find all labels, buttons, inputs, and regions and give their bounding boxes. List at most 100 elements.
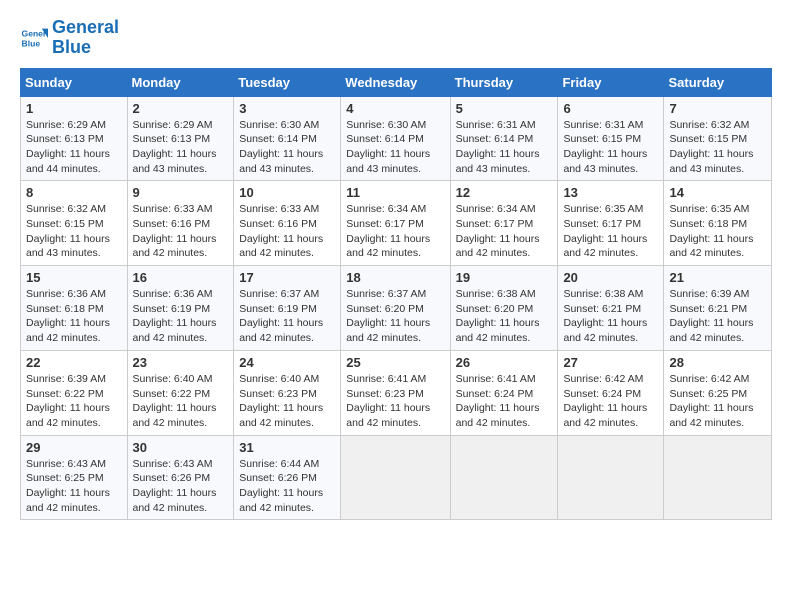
table-row: 22 Sunrise: 6:39 AMSunset: 6:22 PMDaylig… (21, 350, 128, 435)
table-row: 17 Sunrise: 6:37 AMSunset: 6:19 PMDaylig… (234, 266, 341, 351)
day-number: 16 (133, 270, 229, 285)
table-row (558, 435, 664, 520)
header-sunday: Sunday (21, 68, 128, 96)
day-number: 10 (239, 185, 335, 200)
day-number: 9 (133, 185, 229, 200)
day-number: 29 (26, 440, 122, 455)
day-number: 18 (346, 270, 444, 285)
day-number: 25 (346, 355, 444, 370)
day-number: 31 (239, 440, 335, 455)
table-row: 30 Sunrise: 6:43 AMSunset: 6:26 PMDaylig… (127, 435, 234, 520)
day-info: Sunrise: 6:34 AMSunset: 6:17 PMDaylight:… (456, 203, 540, 259)
table-row: 1 Sunrise: 6:29 AMSunset: 6:13 PMDayligh… (21, 96, 128, 181)
table-row: 13 Sunrise: 6:35 AMSunset: 6:17 PMDaylig… (558, 181, 664, 266)
day-info: Sunrise: 6:33 AMSunset: 6:16 PMDaylight:… (239, 203, 323, 259)
day-info: Sunrise: 6:30 AMSunset: 6:14 PMDaylight:… (346, 119, 430, 175)
day-info: Sunrise: 6:42 AMSunset: 6:25 PMDaylight:… (669, 373, 753, 429)
day-info: Sunrise: 6:40 AMSunset: 6:23 PMDaylight:… (239, 373, 323, 429)
day-info: Sunrise: 6:38 AMSunset: 6:21 PMDaylight:… (563, 288, 647, 344)
day-info: Sunrise: 6:41 AMSunset: 6:24 PMDaylight:… (456, 373, 540, 429)
table-row: 19 Sunrise: 6:38 AMSunset: 6:20 PMDaylig… (450, 266, 558, 351)
day-number: 4 (346, 101, 444, 116)
day-number: 1 (26, 101, 122, 116)
day-info: Sunrise: 6:39 AMSunset: 6:21 PMDaylight:… (669, 288, 753, 344)
calendar-week-1: 1 Sunrise: 6:29 AMSunset: 6:13 PMDayligh… (21, 96, 772, 181)
table-row: 11 Sunrise: 6:34 AMSunset: 6:17 PMDaylig… (341, 181, 450, 266)
day-number: 30 (133, 440, 229, 455)
table-row: 27 Sunrise: 6:42 AMSunset: 6:24 PMDaylig… (558, 350, 664, 435)
table-row: 31 Sunrise: 6:44 AMSunset: 6:26 PMDaylig… (234, 435, 341, 520)
calendar-week-3: 15 Sunrise: 6:36 AMSunset: 6:18 PMDaylig… (21, 266, 772, 351)
day-number: 15 (26, 270, 122, 285)
calendar-table: SundayMondayTuesdayWednesdayThursdayFrid… (20, 68, 772, 521)
day-number: 23 (133, 355, 229, 370)
day-info: Sunrise: 6:36 AMSunset: 6:19 PMDaylight:… (133, 288, 217, 344)
day-info: Sunrise: 6:43 AMSunset: 6:26 PMDaylight:… (133, 458, 217, 514)
day-number: 22 (26, 355, 122, 370)
day-number: 21 (669, 270, 766, 285)
table-row: 21 Sunrise: 6:39 AMSunset: 6:21 PMDaylig… (664, 266, 772, 351)
table-row: 25 Sunrise: 6:41 AMSunset: 6:23 PMDaylig… (341, 350, 450, 435)
table-row: 18 Sunrise: 6:37 AMSunset: 6:20 PMDaylig… (341, 266, 450, 351)
day-info: Sunrise: 6:31 AMSunset: 6:15 PMDaylight:… (563, 119, 647, 175)
table-row: 20 Sunrise: 6:38 AMSunset: 6:21 PMDaylig… (558, 266, 664, 351)
calendar-week-5: 29 Sunrise: 6:43 AMSunset: 6:25 PMDaylig… (21, 435, 772, 520)
table-row: 16 Sunrise: 6:36 AMSunset: 6:19 PMDaylig… (127, 266, 234, 351)
header-tuesday: Tuesday (234, 68, 341, 96)
logo-icon: General Blue (20, 24, 48, 52)
day-number: 20 (563, 270, 658, 285)
day-info: Sunrise: 6:29 AMSunset: 6:13 PMDaylight:… (133, 119, 217, 175)
header-wednesday: Wednesday (341, 68, 450, 96)
day-info: Sunrise: 6:44 AMSunset: 6:26 PMDaylight:… (239, 458, 323, 514)
table-row (450, 435, 558, 520)
day-info: Sunrise: 6:33 AMSunset: 6:16 PMDaylight:… (133, 203, 217, 259)
table-row: 23 Sunrise: 6:40 AMSunset: 6:22 PMDaylig… (127, 350, 234, 435)
page-container: General Blue General Blue SundayMondayTu… (0, 0, 792, 530)
day-number: 5 (456, 101, 553, 116)
day-info: Sunrise: 6:41 AMSunset: 6:23 PMDaylight:… (346, 373, 430, 429)
day-number: 11 (346, 185, 444, 200)
day-number: 12 (456, 185, 553, 200)
header-friday: Friday (558, 68, 664, 96)
day-number: 24 (239, 355, 335, 370)
calendar-header-row: SundayMondayTuesdayWednesdayThursdayFrid… (21, 68, 772, 96)
day-number: 27 (563, 355, 658, 370)
day-number: 26 (456, 355, 553, 370)
day-info: Sunrise: 6:35 AMSunset: 6:17 PMDaylight:… (563, 203, 647, 259)
table-row (341, 435, 450, 520)
table-row: 29 Sunrise: 6:43 AMSunset: 6:25 PMDaylig… (21, 435, 128, 520)
table-row: 14 Sunrise: 6:35 AMSunset: 6:18 PMDaylig… (664, 181, 772, 266)
table-row: 8 Sunrise: 6:32 AMSunset: 6:15 PMDayligh… (21, 181, 128, 266)
header-saturday: Saturday (664, 68, 772, 96)
table-row: 10 Sunrise: 6:33 AMSunset: 6:16 PMDaylig… (234, 181, 341, 266)
day-number: 3 (239, 101, 335, 116)
table-row: 3 Sunrise: 6:30 AMSunset: 6:14 PMDayligh… (234, 96, 341, 181)
day-info: Sunrise: 6:37 AMSunset: 6:19 PMDaylight:… (239, 288, 323, 344)
table-row: 9 Sunrise: 6:33 AMSunset: 6:16 PMDayligh… (127, 181, 234, 266)
day-number: 13 (563, 185, 658, 200)
day-info: Sunrise: 6:32 AMSunset: 6:15 PMDaylight:… (669, 119, 753, 175)
calendar-week-2: 8 Sunrise: 6:32 AMSunset: 6:15 PMDayligh… (21, 181, 772, 266)
day-number: 28 (669, 355, 766, 370)
day-info: Sunrise: 6:37 AMSunset: 6:20 PMDaylight:… (346, 288, 430, 344)
table-row: 5 Sunrise: 6:31 AMSunset: 6:14 PMDayligh… (450, 96, 558, 181)
calendar-week-4: 22 Sunrise: 6:39 AMSunset: 6:22 PMDaylig… (21, 350, 772, 435)
page-header: General Blue General Blue (20, 18, 772, 58)
svg-text:Blue: Blue (22, 38, 41, 48)
day-info: Sunrise: 6:42 AMSunset: 6:24 PMDaylight:… (563, 373, 647, 429)
day-number: 8 (26, 185, 122, 200)
day-info: Sunrise: 6:31 AMSunset: 6:14 PMDaylight:… (456, 119, 540, 175)
table-row: 4 Sunrise: 6:30 AMSunset: 6:14 PMDayligh… (341, 96, 450, 181)
day-info: Sunrise: 6:40 AMSunset: 6:22 PMDaylight:… (133, 373, 217, 429)
day-number: 14 (669, 185, 766, 200)
day-info: Sunrise: 6:29 AMSunset: 6:13 PMDaylight:… (26, 119, 110, 175)
table-row: 7 Sunrise: 6:32 AMSunset: 6:15 PMDayligh… (664, 96, 772, 181)
day-number: 17 (239, 270, 335, 285)
table-row: 6 Sunrise: 6:31 AMSunset: 6:15 PMDayligh… (558, 96, 664, 181)
table-row: 24 Sunrise: 6:40 AMSunset: 6:23 PMDaylig… (234, 350, 341, 435)
calendar-body: 1 Sunrise: 6:29 AMSunset: 6:13 PMDayligh… (21, 96, 772, 520)
day-info: Sunrise: 6:39 AMSunset: 6:22 PMDaylight:… (26, 373, 110, 429)
day-number: 6 (563, 101, 658, 116)
logo-text: General Blue (52, 18, 119, 58)
table-row: 28 Sunrise: 6:42 AMSunset: 6:25 PMDaylig… (664, 350, 772, 435)
